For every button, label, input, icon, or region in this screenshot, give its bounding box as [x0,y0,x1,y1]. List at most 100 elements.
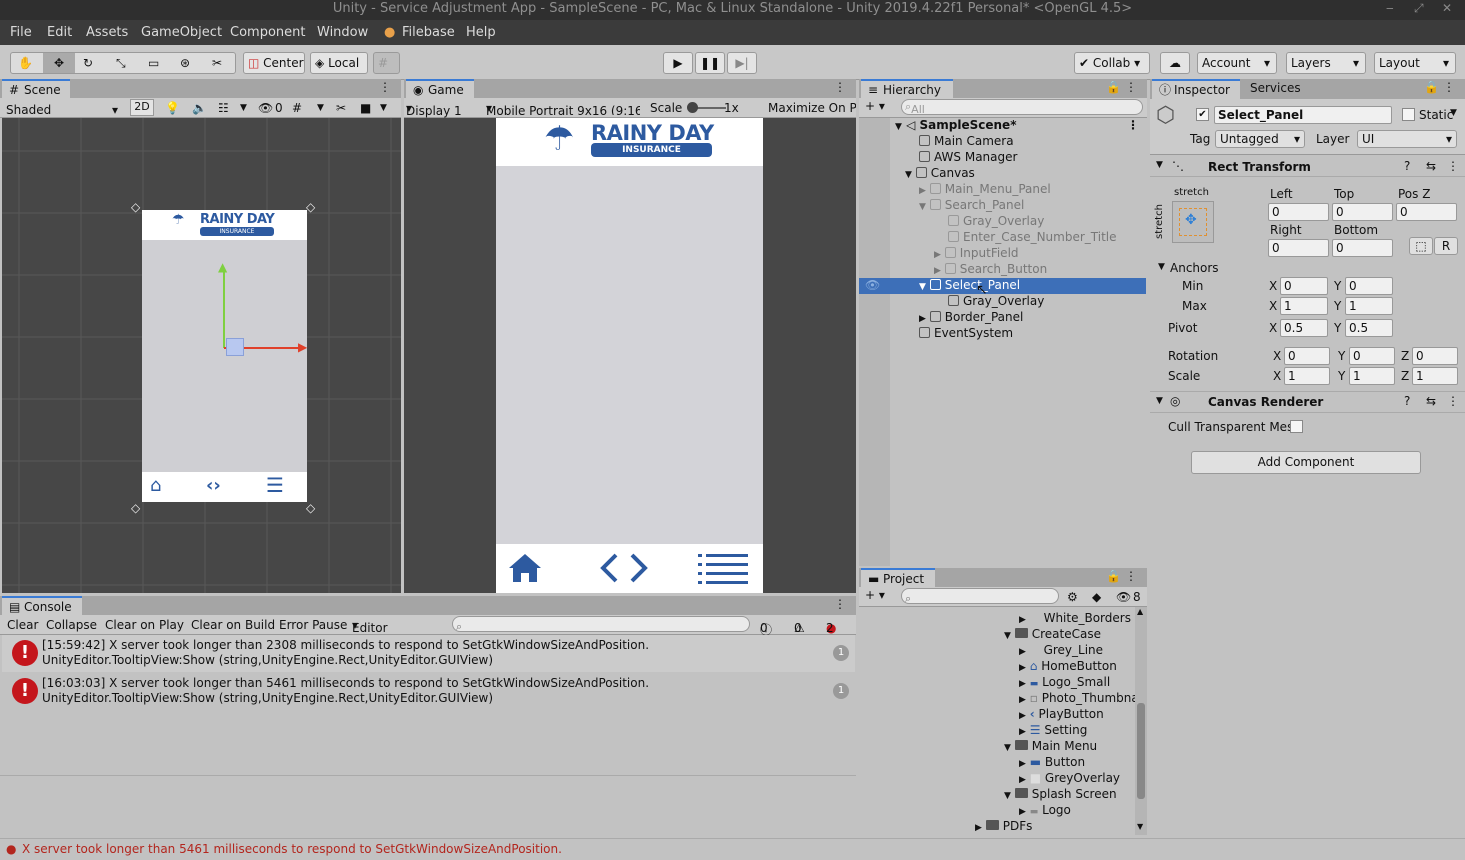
left-field[interactable]: 0 [1268,203,1329,221]
tree-item-selected[interactable]: 👁 ▼ Select_Panel [859,278,1146,294]
anchor-min-y-field[interactable]: 0 [1345,277,1393,295]
top-field[interactable]: 0 [1332,203,1393,221]
collapse-arrow-icon[interactable]: ▶ [975,823,982,833]
error-pause-button[interactable]: Error Pause [279,618,347,632]
move-tool-icon[interactable]: ✥ [43,53,75,73]
rotation-z-field[interactable]: 0 [1412,347,1458,365]
code-icon[interactable] [600,552,648,584]
expand-arrow-icon[interactable]: ▼ [1156,396,1163,406]
tree-item[interactable]: ▶ Border_Panel [919,310,1023,326]
shading-dropdown[interactable]: Shaded ▾ [2,99,120,117]
tree-item[interactable]: ▼ CreateCase [1004,627,1101,643]
tab-console[interactable]: ▤ Console [2,596,82,616]
tag-dropdown[interactable]: Untagged ▾ [1215,130,1305,148]
kebab-menu-icon[interactable]: ⋮ [1125,569,1137,583]
y-axis-gizmo[interactable] [223,268,225,348]
rect-transform-header[interactable]: ▼ ⋱ Rect Transform ? ⇆ ⋮ [1150,157,1465,177]
collapse-arrow-icon[interactable]: ▶ [934,266,941,276]
collapse-arrow-icon[interactable]: ▶ [1019,775,1026,785]
pivot-local-button[interactable]: ◈ Local [310,52,368,74]
kebab-menu-icon[interactable]: ⋮ [1127,118,1139,133]
tree-item[interactable]: ▶ ▬ Logo [1019,803,1071,819]
project-scrollbar[interactable]: ▲ ▼ [1135,607,1147,835]
clear-on-play-button[interactable]: Clear on Play [105,618,184,632]
menu-edit[interactable]: Edit [47,25,72,40]
tab-hierarchy[interactable]: ≡ Hierarchy [861,79,953,99]
rect-handle-icon[interactable]: ◇ [131,501,140,515]
tree-item[interactable]: ▼ Search_Panel [919,198,1024,214]
audio-icon[interactable]: 🔈 [192,101,207,115]
collapse-arrow-icon[interactable]: ▶ [1019,807,1026,817]
dropdown-arrow-icon[interactable]: ▼ [317,103,324,113]
anchor-max-x-field[interactable]: 1 [1280,297,1328,315]
collapse-arrow-icon[interactable]: ▶ [1019,663,1026,673]
tree-item[interactable]: Gray_Overlay [948,214,1044,230]
menu-help[interactable]: Help [466,25,496,40]
log-entry[interactable]: ! [16:03:03] X server took longer than 5… [2,673,855,710]
tab-scene[interactable]: # Scene [2,79,70,99]
help-icon[interactable]: ? [1404,394,1410,408]
visibility-icon[interactable]: 👁 [865,278,880,293]
collapse-arrow-icon[interactable]: ▶ [1019,615,1026,625]
collab-dropdown[interactable]: ✔ Collab ▾ [1074,52,1150,74]
settings-icon[interactable]: ⇆ [1426,394,1436,408]
scale-tool-icon[interactable]: ⤡ [116,53,126,73]
transform-tool-icon[interactable]: ⊛ [180,53,190,73]
effects-icon[interactable]: ☷ [218,101,229,115]
bottom-field[interactable]: 0 [1332,239,1393,257]
tree-item[interactable]: ▶ Search_Button [934,262,1047,278]
menu-gameobject[interactable]: GameObject [141,25,222,40]
expand-arrow-icon[interactable]: ▼ [1004,631,1011,641]
canvas-renderer-header[interactable]: ▼ ◎ Canvas Renderer ? ⇆ ⋮ [1150,391,1465,413]
tree-item[interactable]: ▶ White_Borders [1019,611,1131,627]
anchor-min-x-field[interactable]: 0 [1280,277,1328,295]
tree-item[interactable]: ▶ ▫ Photo_Thumbna [1019,691,1139,707]
maximize-on-play-toggle[interactable]: Maximize On Pl [768,101,856,115]
tree-item[interactable]: AWS Manager [919,150,1017,166]
project-search-input[interactable]: ⌕ [901,588,1059,604]
expand-arrow-icon[interactable]: ▼ [1158,262,1165,272]
pivot-x-field[interactable]: 0.5 [1280,319,1328,337]
collapse-arrow-icon[interactable]: ▶ [1019,647,1026,657]
layers-dropdown[interactable]: Layers ▾ [1286,52,1366,74]
settings-icon[interactable]: ⇆ [1426,159,1436,173]
tab-services[interactable]: Services [1246,79,1326,99]
cull-checkbox[interactable] [1290,420,1303,433]
kebab-menu-icon[interactable]: ⋮ [1447,159,1459,173]
help-icon[interactable]: ? [1404,159,1410,173]
rotate-tool-icon[interactable]: ↻ [83,53,93,73]
grid-icon[interactable]: # [292,101,302,115]
posz-field[interactable]: 0 [1396,203,1457,221]
scroll-up-icon[interactable]: ▲ [1137,607,1143,616]
home-icon[interactable] [507,552,543,584]
collapse-arrow-icon[interactable]: ▶ [1019,679,1026,689]
grid-snap-button[interactable]: # [373,52,400,74]
expand-arrow-icon[interactable]: ▼ [919,202,926,212]
tree-item[interactable]: ▶ Grey_Line [1019,643,1103,659]
kebab-menu-icon[interactable]: ⋮ [834,597,846,611]
minimize-icon[interactable]: ‒ [1386,0,1394,17]
scale-x-field[interactable]: 1 [1284,367,1330,385]
tools-icon[interactable]: ✂ [336,101,346,115]
blueprint-mode-icon[interactable]: ⬚ [1409,237,1433,255]
tree-item[interactable]: ▶ ▬ Button [1019,755,1085,771]
display-dropdown[interactable]: Display 1 ▾ [406,101,462,118]
dropdown-arrow-icon[interactable]: ▼ [1450,108,1457,118]
collapse-arrow-icon[interactable]: ▶ [934,250,941,260]
menu-window[interactable]: Window [317,25,368,40]
game-screen[interactable]: ☂ RAINY DAY INSURANCE [496,118,763,593]
kebab-menu-icon[interactable]: ⋮ [834,80,846,94]
status-message[interactable]: X server took longer than 5461 milliseco… [22,842,562,856]
collapse-arrow-icon[interactable]: ▶ [1019,759,1026,769]
create-button[interactable]: + ▾ [865,588,885,602]
step-button[interactable]: ▶| [727,52,757,74]
tree-item[interactable]: ▶ ■ GreyOverlay [1019,771,1120,787]
dropdown-arrow-icon[interactable]: ▼ [380,103,387,113]
lock-icon[interactable]: 🔒 [1424,80,1439,94]
collapse-button[interactable]: Collapse [46,618,97,632]
active-checkbox[interactable]: ✔ [1196,108,1209,121]
maximize-icon[interactable]: ⤢ [1414,0,1424,17]
collapse-arrow-icon[interactable]: ▶ [1019,711,1026,721]
console-search-input[interactable]: ⌕ [452,616,750,632]
menu-component[interactable]: Component [230,25,305,40]
